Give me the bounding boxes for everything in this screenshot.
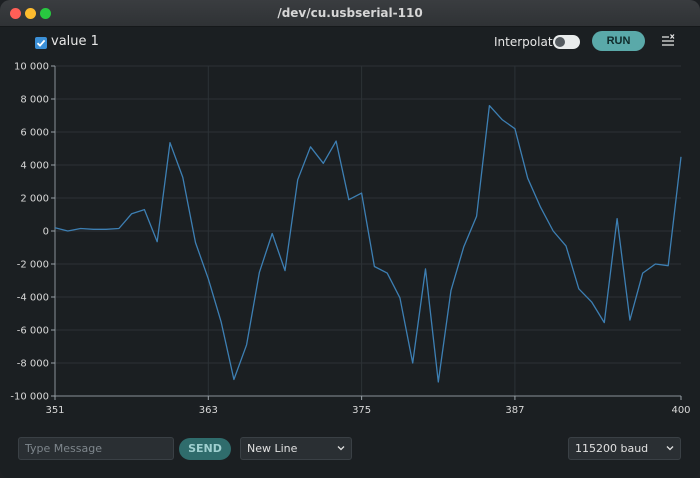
interpolate-toggle[interactable] [553, 35, 580, 49]
line-ending-select[interactable]: New Line [240, 437, 352, 460]
y-tick-label: 10 000 [14, 62, 49, 73]
y-tick-label: 0 [43, 227, 49, 238]
x-tick-label: 375 [352, 405, 371, 416]
y-tick-label: -6 000 [17, 326, 49, 337]
y-tick-label: -2 000 [17, 260, 49, 271]
y-tick-label: -4 000 [17, 293, 49, 304]
y-tick-label: 2 000 [20, 194, 49, 205]
checkmark-icon [36, 39, 46, 47]
serial-plotter-window: /dev/cu.usbserial-110 value 1 Interpolat… [0, 0, 700, 478]
chevron-down-icon [337, 446, 345, 451]
baud-rate-select[interactable]: 115200 baud [568, 437, 681, 460]
baud-rate-value: 115200 baud [575, 442, 649, 455]
x-tick-label: 387 [505, 405, 524, 416]
x-tick-label: 351 [45, 405, 64, 416]
x-axis-ticks: 351 363 375 387 400 [45, 396, 691, 416]
y-axis-ticks: 10 000 8 000 6 000 4 000 2 000 0 -2 000 -4 000 -… [10, 62, 55, 403]
plot-area: 10 000 8 000 6 000 4 000 2 000 0 -2 000 -4 000 -… [10, 62, 691, 417]
message-input[interactable] [18, 437, 174, 460]
y-tick-label: 8 000 [20, 95, 49, 106]
series-visibility-checkbox[interactable] [35, 37, 47, 49]
line-ending-value: New Line [247, 442, 298, 455]
interpolate-label: Interpolate [494, 35, 560, 49]
window-title: /dev/cu.usbserial-110 [277, 6, 423, 20]
toggle-knob [555, 37, 565, 47]
x-tick-label: 400 [671, 405, 690, 416]
send-button[interactable]: SEND [179, 438, 231, 460]
y-tick-label: -10 000 [10, 392, 49, 403]
run-button[interactable]: RUN [592, 31, 645, 51]
title-bar: /dev/cu.usbserial-110 [0, 0, 700, 27]
series-label: value 1 [51, 34, 99, 49]
clear-plot-icon[interactable] [661, 34, 675, 48]
series-line-value-1 [54, 104, 682, 383]
y-tick-label: 6 000 [20, 128, 49, 139]
chevron-down-icon [666, 446, 674, 451]
x-tick-label: 363 [199, 405, 218, 416]
series-line-group [54, 104, 682, 383]
y-tick-label: 4 000 [20, 161, 49, 172]
y-tick-label: -8 000 [17, 359, 49, 370]
